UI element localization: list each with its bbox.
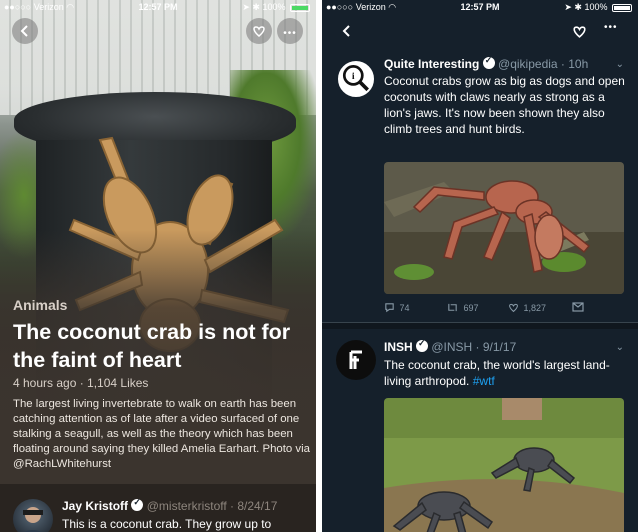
embedded-tweet[interactable]: Jay Kristoff @misterkristoff · 8/24/17 T…	[0, 484, 316, 532]
heart-icon	[253, 26, 265, 37]
avatar[interactable]	[336, 340, 376, 380]
chevron-down-icon[interactable]: ⌄	[616, 59, 624, 70]
reply-button[interactable]: 74	[384, 302, 410, 313]
battery-icon	[290, 3, 310, 12]
direct-message-button[interactable]	[572, 302, 586, 312]
article-category[interactable]: Animals	[13, 297, 67, 313]
tweet-handle-time: @qikipedia · 10h	[498, 57, 589, 71]
article-meta: 4 hours ago · 1,104 Likes	[13, 376, 149, 390]
tweet-text: The coconut crab, the world's largest la…	[384, 358, 610, 388]
battery-percent: 100%	[262, 2, 286, 12]
more-options-button[interactable]: •••	[277, 18, 303, 44]
bluetooth-icon: ✱	[252, 2, 260, 12]
coconut-crab-photo	[384, 398, 624, 532]
heart-icon	[573, 26, 586, 38]
article-summary: The largest living invertebrate to walk …	[13, 398, 310, 470]
like-button[interactable]	[572, 24, 587, 44]
like-button[interactable]	[246, 18, 272, 44]
location-icon: ➤	[242, 2, 250, 12]
tweet-author-name[interactable]: Quite Interesting	[384, 57, 479, 71]
envelope-icon	[572, 302, 584, 312]
article-headline[interactable]: The coconut crab is not for the faint of…	[13, 318, 308, 374]
like-tweet-button[interactable]: 1,827	[508, 302, 546, 313]
twitter-panel: ●●○○○ Verizon ◠ 12:57 PM ➤ ✱ 100% ••• i	[322, 0, 638, 532]
back-button[interactable]	[340, 24, 354, 43]
heart-icon	[509, 303, 518, 313]
insh-logo-icon	[349, 350, 362, 369]
like-count: 1,827	[523, 303, 547, 313]
ellipsis-icon: •••	[283, 28, 297, 39]
verified-badge-icon	[482, 55, 495, 69]
tweet-divider	[322, 322, 638, 329]
status-bar: ●●○○○ Verizon ◠ 12:57 PM ➤ ✱ 100%	[322, 0, 638, 14]
tweet-author-name[interactable]: Jay Kristoff	[62, 499, 128, 513]
location-icon: ➤	[564, 2, 572, 12]
battery-icon	[612, 3, 632, 12]
coconut-crab-photo	[384, 162, 624, 294]
chevron-left-icon	[20, 25, 28, 37]
retweet-button[interactable]: 697	[446, 302, 479, 313]
moment-nav-bar: •••	[322, 14, 638, 52]
verified-badge-icon	[416, 338, 429, 352]
more-options-button[interactable]: •••	[604, 22, 618, 33]
ellipsis-icon: •••	[604, 22, 618, 33]
tweet-handle-time: @INSH · 9/1/17	[431, 340, 517, 354]
reply-count: 74	[399, 303, 410, 313]
avatar[interactable]	[13, 499, 53, 532]
tweet-actions: 74 697 1,827	[384, 302, 624, 316]
person-icon	[23, 507, 43, 532]
chevron-down-icon[interactable]: ⌄	[616, 342, 624, 353]
tweet-text: Coconut crabs grow as big as dogs and op…	[384, 74, 625, 136]
hashtag-link[interactable]: #wtf	[473, 374, 495, 388]
tweet-photo[interactable]	[384, 162, 624, 294]
status-bar: ●●○○○ Verizon ◠ 12:57 PM ➤ ✱ 100%	[0, 0, 316, 14]
magnifier-logo-icon: i	[342, 65, 369, 92]
back-button[interactable]	[12, 18, 38, 44]
chevron-left-icon	[342, 25, 350, 37]
tweet-photo[interactable]	[384, 398, 624, 532]
battery-percent: 100%	[584, 2, 608, 12]
reply-icon	[385, 303, 394, 313]
tweet-author-name[interactable]: INSH	[384, 340, 413, 354]
svg-text:i: i	[352, 71, 355, 82]
bluetooth-icon: ✱	[574, 2, 582, 12]
tweet-text: This is a coconut crab. They grow up to	[62, 517, 272, 531]
tweet-handle-time: @misterkristoff · 8/24/17	[146, 499, 278, 513]
retweet-icon	[448, 303, 457, 312]
avatar[interactable]: i	[336, 59, 376, 99]
verified-badge-icon	[131, 497, 144, 511]
article-panel: ●●○○○ Verizon ◠ 12:57 PM ➤ ✱ 100% ••• An…	[0, 0, 316, 532]
retweet-count: 697	[463, 303, 479, 313]
